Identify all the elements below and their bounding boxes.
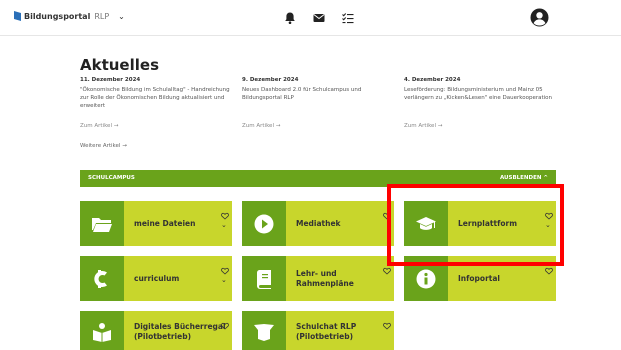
tasks-icon[interactable] xyxy=(341,10,355,24)
heart-icon[interactable] xyxy=(221,260,229,275)
tile-lehr-und-rahmenplaene[interactable]: Lehr- und Rahmenpläne xyxy=(242,256,394,301)
book-icon xyxy=(242,256,286,301)
tile-label: curriculum xyxy=(134,273,180,283)
tile-digitales-buecherregal[interactable]: Digitales Bücherregal (Pilotbetrieb) xyxy=(80,311,232,350)
tile-label: Lernplattform xyxy=(458,218,518,228)
tile-label: Mediathek xyxy=(296,218,341,228)
news-item: 9. Dezember 2024 Neues Dashboard 2.0 für… xyxy=(242,77,394,129)
tile-label: Infoportal xyxy=(458,273,500,283)
news-heading: Aktuelles xyxy=(80,56,159,74)
mail-icon[interactable] xyxy=(312,10,326,24)
brand-name: Bildungsportal xyxy=(24,11,91,21)
graduation-cap-icon xyxy=(404,201,448,246)
user-avatar-icon[interactable] xyxy=(530,8,549,27)
tile-curriculum[interactable]: curriculum ⌄ xyxy=(80,256,232,301)
tile-meine-dateien[interactable]: meine Dateien ⌄ xyxy=(80,201,232,246)
tile-mediathek[interactable]: Mediathek xyxy=(242,201,394,246)
news-text: Leseförderung: Bildungsministerium und M… xyxy=(404,87,553,101)
curriculum-logo-icon xyxy=(80,256,124,301)
news-text: Neues Dashboard 2.0 für Schulcampus und … xyxy=(242,87,362,101)
portal-logo-icon xyxy=(14,11,21,21)
heart-icon[interactable] xyxy=(383,205,391,220)
brand-switcher[interactable]: Bildungsportal RLP ⌄ xyxy=(14,11,125,21)
bell-icon[interactable] xyxy=(283,10,297,24)
info-icon xyxy=(404,256,448,301)
schulcampus-label: SCHULCAMPUS xyxy=(88,175,135,181)
news-item: 4. Dezember 2024 Leseförderung: Bildungs… xyxy=(404,77,556,129)
chevron-down-icon: ⌄ xyxy=(118,11,125,21)
top-bar: Bildungsportal RLP ⌄ xyxy=(0,0,621,36)
heart-icon[interactable] xyxy=(221,315,229,330)
play-icon xyxy=(242,201,286,246)
news-read-more-link[interactable]: Zum Artikel → xyxy=(404,123,442,129)
chevron-down-icon[interactable]: ⌄ xyxy=(221,276,227,284)
news-read-more-link[interactable]: Zum Artikel → xyxy=(242,123,280,129)
news-date: 4. Dezember 2024 xyxy=(404,77,461,83)
heart-icon[interactable] xyxy=(383,260,391,275)
news-date: 9. Dezember 2024 xyxy=(242,77,299,83)
heart-icon[interactable] xyxy=(383,315,391,330)
reading-person-icon xyxy=(80,311,124,350)
tile-infoportal[interactable]: Infoportal xyxy=(404,256,556,301)
heart-icon[interactable] xyxy=(545,205,553,220)
tile-lernplattform[interactable]: Lernplattform ⌄ xyxy=(404,201,556,246)
tile-label: Schulchat RLP (Pilotbetrieb) xyxy=(296,322,357,341)
folder-icon xyxy=(80,201,124,246)
chevron-down-icon[interactable]: ⌄ xyxy=(221,221,227,229)
heart-icon[interactable] xyxy=(221,205,229,220)
brand-suffix: RLP xyxy=(94,11,110,21)
schulcampus-header: SCHULCAMPUS AUSBLENDEN ^ xyxy=(80,170,556,187)
news-item: 11. Dezember 2024 "Ökonomische Bildung i… xyxy=(80,77,232,129)
chat-icon xyxy=(242,311,286,350)
tile-label: Digitales Bücherregal (Pilotbetrieb) xyxy=(134,322,226,341)
news-read-more-link[interactable]: Zum Artikel → xyxy=(80,123,118,129)
chevron-down-icon[interactable]: ⌄ xyxy=(545,221,551,229)
tile-label: Lehr- und Rahmenpläne xyxy=(296,268,354,288)
heart-icon[interactable] xyxy=(545,260,553,275)
hide-section-button[interactable]: AUSBLENDEN ^ xyxy=(500,175,548,181)
tile-schulchat[interactable]: Schulchat RLP (Pilotbetrieb) xyxy=(242,311,394,350)
news-text: "Ökonomische Bildung im Schulalltag" - H… xyxy=(80,87,230,109)
news-date: 11. Dezember 2024 xyxy=(80,77,141,83)
more-articles-link[interactable]: Weitere Artikel → xyxy=(80,143,127,149)
tile-label: meine Dateien xyxy=(134,218,196,228)
